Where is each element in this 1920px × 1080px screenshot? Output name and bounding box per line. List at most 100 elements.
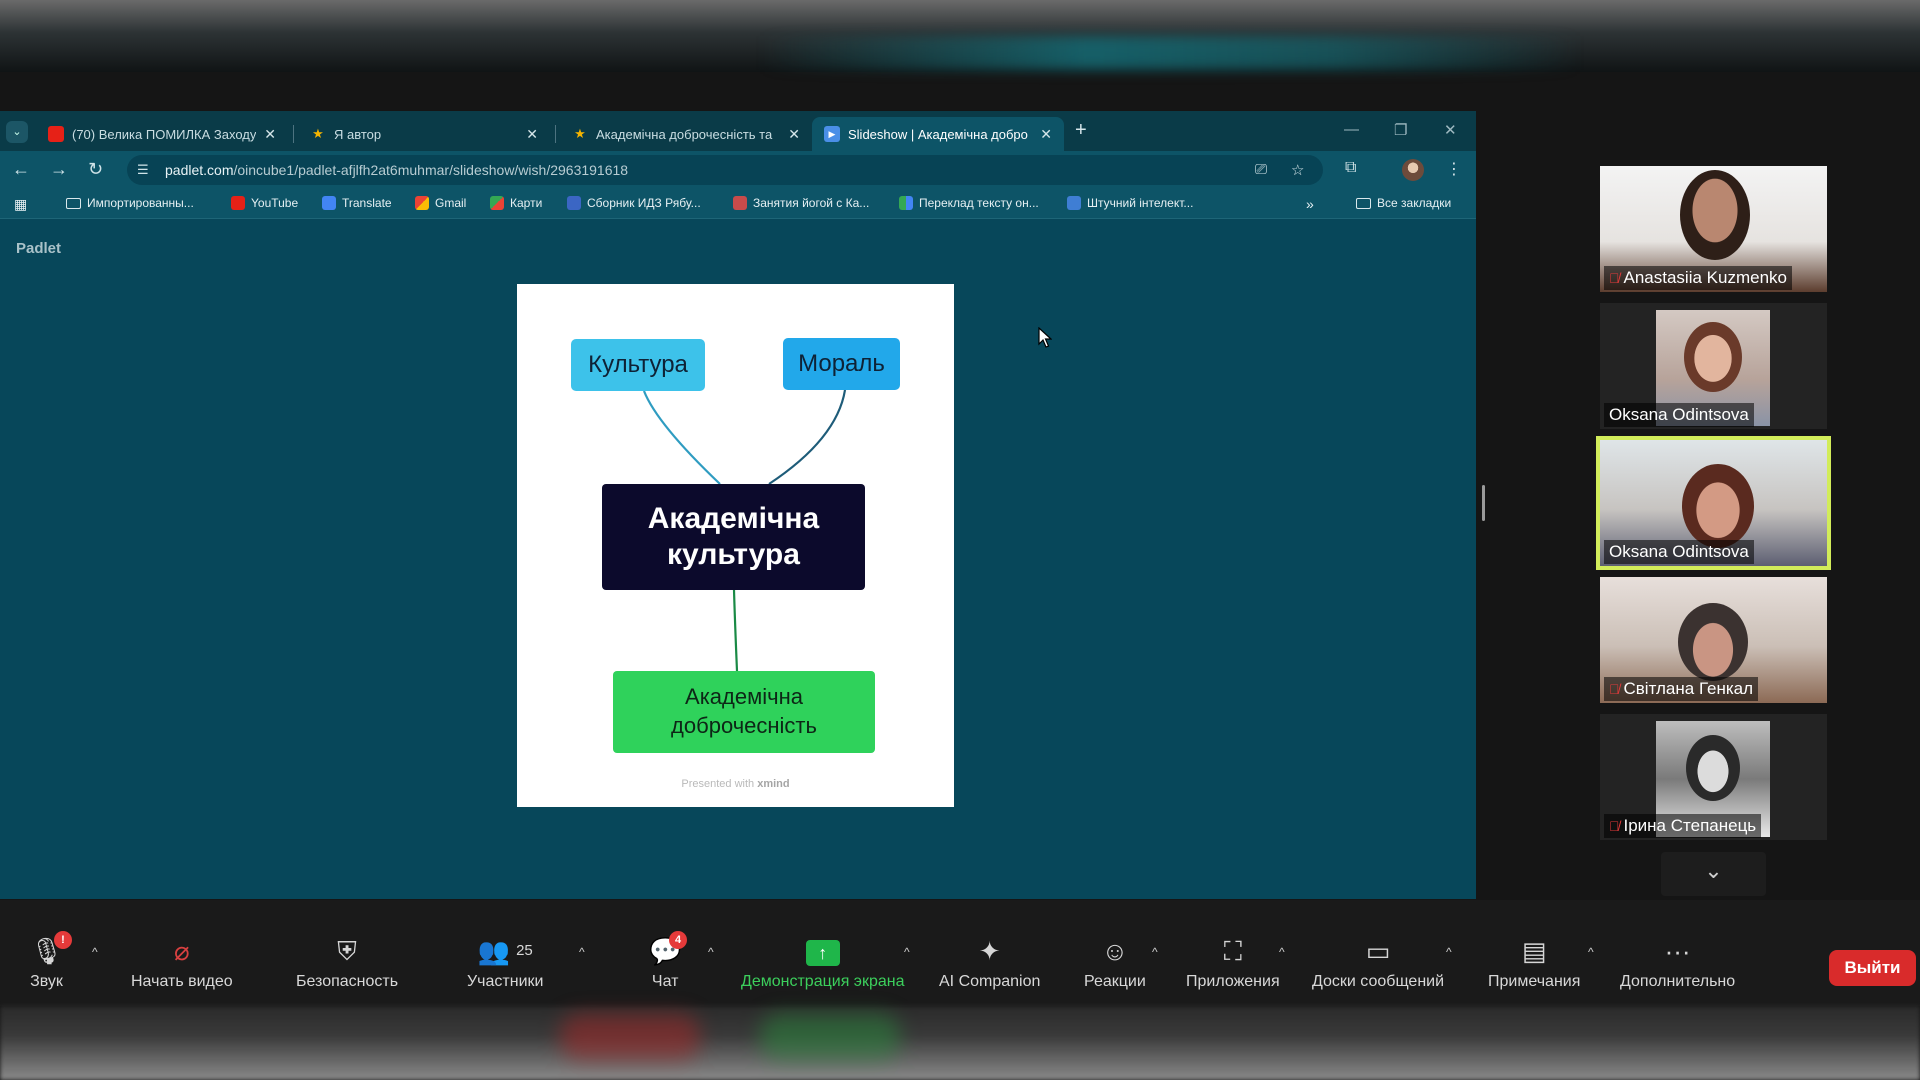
bookmarks-overflow-icon[interactable]: » <box>1306 196 1314 212</box>
bookmark-pereklad[interactable]: Переклад тексту он... <box>899 196 1039 210</box>
tab-youtube[interactable]: (70) Велика ПОМИЛКА Заходу ✕ <box>36 117 288 151</box>
apps-button[interactable]: ⛶ Приложения <box>1186 935 1280 991</box>
close-icon[interactable]: ✕ <box>1040 126 1052 143</box>
folder-icon <box>66 197 81 209</box>
reactions-options-caret-icon[interactable]: ^ <box>1152 945 1158 959</box>
bookmark-ai[interactable]: Штучний інтелект... <box>1067 196 1193 210</box>
apps-icon: ⛶ <box>1223 936 1242 966</box>
blurred-bottom-edge <box>0 1006 1920 1080</box>
bookmark-sbornik[interactable]: Сборник ИДЗ Рябу... <box>567 196 701 210</box>
participant-name: Oksana Odintsova <box>1604 403 1754 427</box>
chat-options-caret-icon[interactable]: ^ <box>708 945 714 959</box>
share-options-caret-icon[interactable]: ^ <box>904 945 910 959</box>
translate-grid-icon <box>899 196 913 210</box>
forward-arrow-icon[interactable]: → <box>50 159 68 180</box>
chat-button[interactable]: 💬 4 Чат <box>649 931 687 991</box>
share-screen-icon: ↑ <box>741 935 905 967</box>
ai-companion-button[interactable]: ✦ AI Companion <box>939 935 1040 991</box>
bookmark-gmail[interactable]: Gmail <box>415 196 466 210</box>
chevron-down-icon: ⌄ <box>1704 858 1723 883</box>
notes-options-caret-icon[interactable]: ^ <box>1588 945 1594 959</box>
security-button[interactable]: ⛨ Безопасность <box>296 935 398 991</box>
chat-bubble-icon: 💬 4 <box>649 931 687 967</box>
padlet-logo[interactable]: Padlet <box>16 240 61 257</box>
participant-tile[interactable]: 🎙̸ Anastasiia Kuzmenko <box>1600 166 1827 292</box>
all-bookmarks[interactable]: Все закладки <box>1356 196 1451 210</box>
tab-title: (70) Велика ПОМИЛКА Заходу <box>72 126 257 142</box>
minimize-icon[interactable]: — <box>1344 121 1359 138</box>
whiteboard-icon: ▭ <box>1365 936 1391 966</box>
video-off-icon: ⌀ <box>174 936 190 966</box>
extensions-icon[interactable]: ⧉ <box>1345 159 1356 177</box>
meeting-controls-bar: 🎙! Звук ^ ⌀ Начать видео ⛨ Безопасность … <box>0 900 1920 1006</box>
audio-button[interactable]: 🎙! Звук <box>30 931 72 991</box>
audio-options-caret-icon[interactable]: ^ <box>92 945 98 959</box>
whiteboards-options-caret-icon[interactable]: ^ <box>1446 945 1452 959</box>
bookmark-imported[interactable]: Импортированны... <box>66 196 194 210</box>
tab-title: Slideshow | Академічна добро <box>848 126 1028 142</box>
participant-tile[interactable]: 🎙̸ Світлана Генкал <box>1600 577 1827 703</box>
participants-options-caret-icon[interactable]: ^ <box>579 945 585 959</box>
profile-avatar-icon[interactable] <box>1402 159 1424 181</box>
sparkle-icon: ✦ <box>978 936 1001 966</box>
restore-icon[interactable]: ❐ <box>1394 121 1407 139</box>
browser-menu-icon[interactable]: ⋮ <box>1446 159 1462 179</box>
mic-muted-icon: 🎙̸ <box>1609 681 1620 697</box>
participants-button[interactable]: 👥 25 Участники <box>467 935 543 991</box>
tab-title: Я автор <box>334 126 382 142</box>
participant-name: Oksana Odintsova <box>1604 540 1754 564</box>
close-icon[interactable]: ✕ <box>264 126 276 143</box>
browser-window: ⌄ (70) Велика ПОМИЛКА Заходу ✕ ★ Я автор… <box>0 111 1476 899</box>
participant-tile[interactable]: 🎙̸ Ірина Степанець <box>1600 714 1827 840</box>
close-icon[interactable]: ✕ <box>526 126 538 143</box>
bookmarks-bar: ▦ Импортированны... YouTube Translate Gm… <box>0 189 1476 219</box>
ellipsis-icon: ··· <box>1664 936 1691 966</box>
microphone-icon: 🎙! <box>30 931 72 967</box>
more-button[interactable]: ··· Дополнительно <box>1620 935 1735 991</box>
browser-toolbar: ← → ↻ ☰ padlet.com/oincube1/padlet-afjlf… <box>0 151 1476 189</box>
participant-name: 🎙̸ Ірина Степанець <box>1604 814 1762 838</box>
mindmap-slide: Культура Мораль Академічна культура Акаде… <box>517 284 954 807</box>
reload-icon[interactable]: ↻ <box>88 159 103 180</box>
bookmark-maps[interactable]: Карти <box>490 196 542 210</box>
new-tab-plus-icon[interactable]: + <box>1075 119 1087 142</box>
node-culture: Культура <box>571 339 705 391</box>
back-arrow-icon[interactable]: ← <box>12 159 30 180</box>
participant-tile[interactable]: Oksana Odintsova <box>1600 303 1827 429</box>
node-academic-integrity: Академічна доброчесність <box>613 671 875 753</box>
tab-search-chevron-icon[interactable]: ⌄ <box>6 121 28 143</box>
bookmark-icon <box>733 196 747 210</box>
bookmark-yoga[interactable]: Занятия йогой с Ка... <box>733 196 869 210</box>
install-app-icon[interactable]: ⎚ <box>1255 161 1267 178</box>
url-text[interactable]: padlet.com/oincube1/padlet-afjlfh2at6muh… <box>165 162 628 178</box>
bookmark-translate[interactable]: Translate <box>322 196 392 210</box>
tab-ya-avtor[interactable]: ★ Я автор ✕ <box>298 117 550 151</box>
share-screen-button[interactable]: ↑ Демонстрация экрана <box>741 935 905 991</box>
bookmark-star-icon[interactable]: ☆ <box>1291 161 1304 179</box>
ai-icon <box>1067 196 1081 210</box>
reactions-button[interactable]: ☺ Реакции <box>1084 935 1146 991</box>
shield-icon: ⛨ <box>337 936 357 966</box>
tab-academic-integrity[interactable]: ★ Академічна доброчесність та ✕ <box>560 117 812 151</box>
apps-options-caret-icon[interactable]: ^ <box>1279 945 1285 959</box>
leave-meeting-button[interactable]: Выйти <box>1829 950 1916 986</box>
participant-name: 🎙̸ Світлана Генкал <box>1604 677 1759 701</box>
people-icon: 👥 25 <box>477 936 533 966</box>
close-icon[interactable]: ✕ <box>788 126 800 143</box>
participant-tile-active-speaker[interactable]: Oksana Odintsova <box>1596 436 1831 570</box>
notes-button[interactable]: ▤ Примечания <box>1488 935 1580 991</box>
window-close-icon[interactable]: ✕ <box>1444 121 1457 139</box>
address-bar[interactable]: ☰ padlet.com/oincube1/padlet-afjlfh2at6m… <box>127 155 1323 185</box>
tab-title: Академічна доброчесність та <box>596 126 773 142</box>
maps-icon <box>490 196 504 210</box>
site-info-icon[interactable]: ☰ <box>137 162 149 178</box>
notes-icon: ▤ <box>1521 936 1547 966</box>
folder-icon <box>1356 197 1371 209</box>
gallery-scroll-down-button[interactable]: ⌄ <box>1661 852 1766 896</box>
tab-slideshow[interactable]: ▶ Slideshow | Академічна добро ✕ <box>812 117 1064 151</box>
start-video-button[interactable]: ⌀ Начать видео <box>131 935 233 991</box>
apps-grid-icon[interactable]: ▦ <box>14 196 27 213</box>
panel-splitter[interactable] <box>1482 485 1485 521</box>
bookmark-youtube[interactable]: YouTube <box>231 196 298 210</box>
whiteboards-button[interactable]: ▭ Доски сообщений <box>1312 935 1444 991</box>
